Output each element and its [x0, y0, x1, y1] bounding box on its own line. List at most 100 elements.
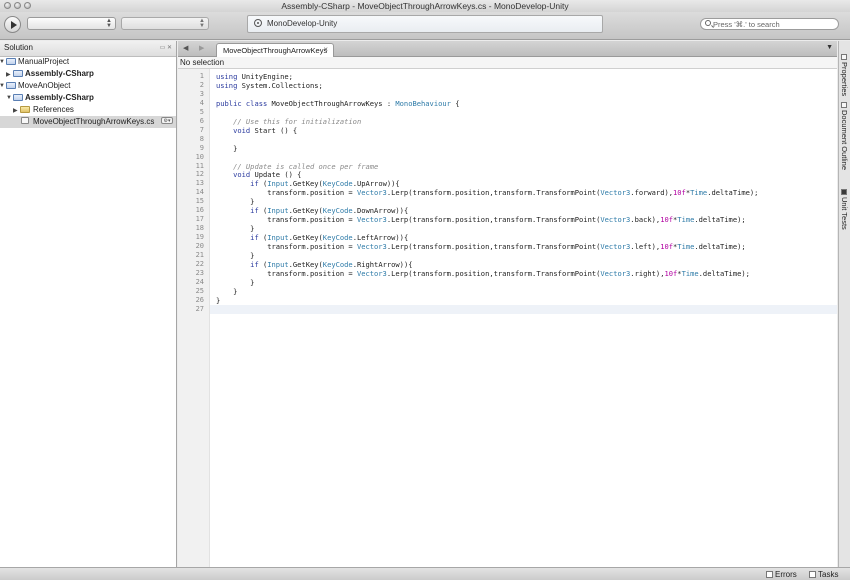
code-line[interactable]: }	[216, 251, 254, 260]
search-input[interactable]	[713, 19, 833, 29]
properties-icon	[841, 54, 847, 60]
navigate-forward-icon[interactable]: ▶	[199, 44, 204, 52]
code-line[interactable]: transform.position = Vector3.Lerp(transf…	[216, 269, 750, 278]
tree-item-assembly-csharp-1[interactable]: ▶ Assembly-CSharp	[0, 69, 176, 80]
project-icon	[13, 70, 23, 77]
right-dock: Properties Document Outline Unit Tests	[838, 41, 850, 567]
solution-icon	[6, 82, 16, 89]
line-number: 20	[195, 242, 204, 251]
navigate-back-icon[interactable]: ◀	[183, 44, 188, 52]
code-line[interactable]: }	[216, 278, 254, 287]
tasks-pad-button[interactable]: Tasks	[809, 570, 838, 579]
tree-item-moveanobject[interactable]: ▼ MoveAnObject	[0, 81, 176, 92]
line-number: 24	[195, 277, 204, 286]
line-number: 18	[195, 224, 204, 233]
window-title: Assembly-CSharp - MoveObjectThroughArrow…	[281, 1, 569, 11]
tree-item-label: ManualProject	[18, 57, 70, 66]
line-number: 23	[195, 268, 204, 277]
collapse-arrow-icon[interactable]: ▶	[13, 107, 18, 114]
tree-item-label: Assembly-CSharp	[25, 93, 94, 102]
code-line[interactable]: if (Input.GetKey(KeyCode.UpArrow)){	[216, 179, 400, 188]
tasks-icon	[809, 571, 816, 578]
status-bar: Errors Tasks	[0, 567, 850, 580]
close-icon[interactable]: ×	[323, 45, 328, 54]
line-number: 17	[195, 215, 204, 224]
dock-tab-label: Document Outline	[840, 110, 849, 171]
run-button[interactable]	[4, 16, 21, 33]
code-line[interactable]: if (Input.GetKey(KeyCode.LeftArrow)){	[216, 233, 408, 242]
file-options-icon[interactable]: ⚙▾	[161, 117, 173, 124]
code-line[interactable]: using System.Collections;	[216, 81, 323, 90]
target-combo[interactable]: ▲ ▼	[121, 17, 209, 30]
document-outline-icon	[841, 102, 847, 108]
code-line[interactable]: if (Input.GetKey(KeyCode.RightArrow)){	[216, 260, 412, 269]
code-line[interactable]: }	[216, 296, 220, 305]
solution-icon	[6, 58, 16, 65]
tree-item-label: MoveObjectThroughArrowKeys.cs	[33, 117, 155, 126]
search-icon	[705, 20, 711, 26]
expand-arrow-icon[interactable]: ▼	[0, 59, 5, 65]
code-line[interactable]: }	[216, 287, 237, 296]
errors-label: Errors	[775, 570, 797, 579]
line-number: 26	[195, 295, 204, 304]
code-line[interactable]: void Start () {	[216, 126, 297, 135]
status-text: MonoDevelop-Unity	[267, 19, 338, 28]
line-number: 2	[199, 80, 204, 89]
code-line[interactable]: void Update () {	[216, 170, 301, 179]
code-line[interactable]: }	[216, 144, 237, 153]
tree-item-assembly-csharp-2[interactable]: ▼ Assembly-CSharp	[0, 93, 176, 104]
dock-tab-properties[interactable]: Properties	[840, 54, 849, 96]
monodevelop-icon	[254, 19, 262, 27]
dock-tab-document-outline[interactable]: Document Outline	[840, 102, 849, 170]
line-number: 10	[195, 152, 204, 161]
errors-pad-button[interactable]: Errors	[766, 570, 797, 579]
line-number: 3	[199, 89, 204, 98]
code-line[interactable]: transform.position = Vector3.Lerp(transf…	[216, 188, 758, 197]
code-line[interactable]: // Use this for initialization	[216, 117, 361, 126]
line-number: 14	[195, 188, 204, 197]
code-line[interactable]: // Update is called once per frame	[216, 162, 378, 171]
tree-item-manualproject[interactable]: ▼ ManualProject	[0, 57, 176, 68]
code-line[interactable]: if (Input.GetKey(KeyCode.DownArrow)){	[216, 206, 408, 215]
tree-item-label: Assembly-CSharp	[25, 69, 94, 78]
code-line[interactable]: }	[216, 197, 254, 206]
line-number: 11	[195, 161, 204, 170]
document-tab[interactable]: MoveObjectThroughArrowKeys ×	[216, 43, 334, 57]
line-number: 15	[195, 197, 204, 206]
code-line[interactable]: transform.position = Vector3.Lerp(transf…	[216, 242, 745, 251]
folder-icon	[20, 106, 30, 113]
tree-item-references[interactable]: ▶ References	[0, 105, 176, 116]
updown-chevron-icon: ▲ ▼	[199, 18, 205, 29]
line-number: 6	[199, 116, 204, 125]
line-number: 22	[195, 259, 204, 268]
expand-arrow-icon[interactable]: ▼	[6, 95, 12, 101]
document-tab-strip: ◀ ▶ MoveObjectThroughArrowKeys × ▼	[178, 41, 837, 57]
unit-tests-icon	[841, 189, 847, 195]
errors-icon	[766, 571, 773, 578]
main-toolbar: ▲ ▼ ▲ ▼ MonoDevelop-Unity	[0, 12, 850, 40]
editor-area: ◀ ▶ MoveObjectThroughArrowKeys × ▼ No se…	[178, 41, 837, 567]
code-line[interactable]: using UnityEngine;	[216, 72, 293, 81]
line-number: 19	[195, 233, 204, 242]
line-number: 9	[199, 143, 204, 152]
tree-item-label: MoveAnObject	[18, 81, 71, 90]
dock-tab-unit-tests[interactable]: Unit Tests	[840, 189, 849, 230]
code-line[interactable]: }	[216, 224, 254, 233]
line-number: 5	[199, 107, 204, 116]
path-bar-selection: No selection	[180, 58, 225, 67]
tab-list-chevron-icon[interactable]: ▼	[826, 44, 833, 51]
code-editor[interactable]: using UnityEngine; using System.Collectio…	[210, 69, 837, 567]
code-line[interactable]: public class MoveObjectThroughArrowKeys …	[216, 99, 459, 108]
line-number: 21	[195, 251, 204, 259]
expand-arrow-icon[interactable]: ▼	[0, 83, 5, 89]
search-box[interactable]	[700, 18, 839, 30]
line-number: 7	[199, 125, 204, 134]
pad-dock-buttons[interactable]: ▭ ✕	[160, 44, 172, 51]
path-bar[interactable]: No selection	[178, 57, 837, 69]
collapse-arrow-icon[interactable]: ▶	[6, 71, 11, 78]
configuration-combo[interactable]: ▲ ▼	[27, 17, 116, 30]
line-number: 12	[195, 170, 204, 179]
code-line[interactable]: transform.position = Vector3.Lerp(transf…	[216, 215, 745, 224]
line-number: 8	[199, 134, 204, 143]
tree-item-move-object-file[interactable]: MoveObjectThroughArrowKeys.cs ⚙▾	[0, 116, 176, 128]
